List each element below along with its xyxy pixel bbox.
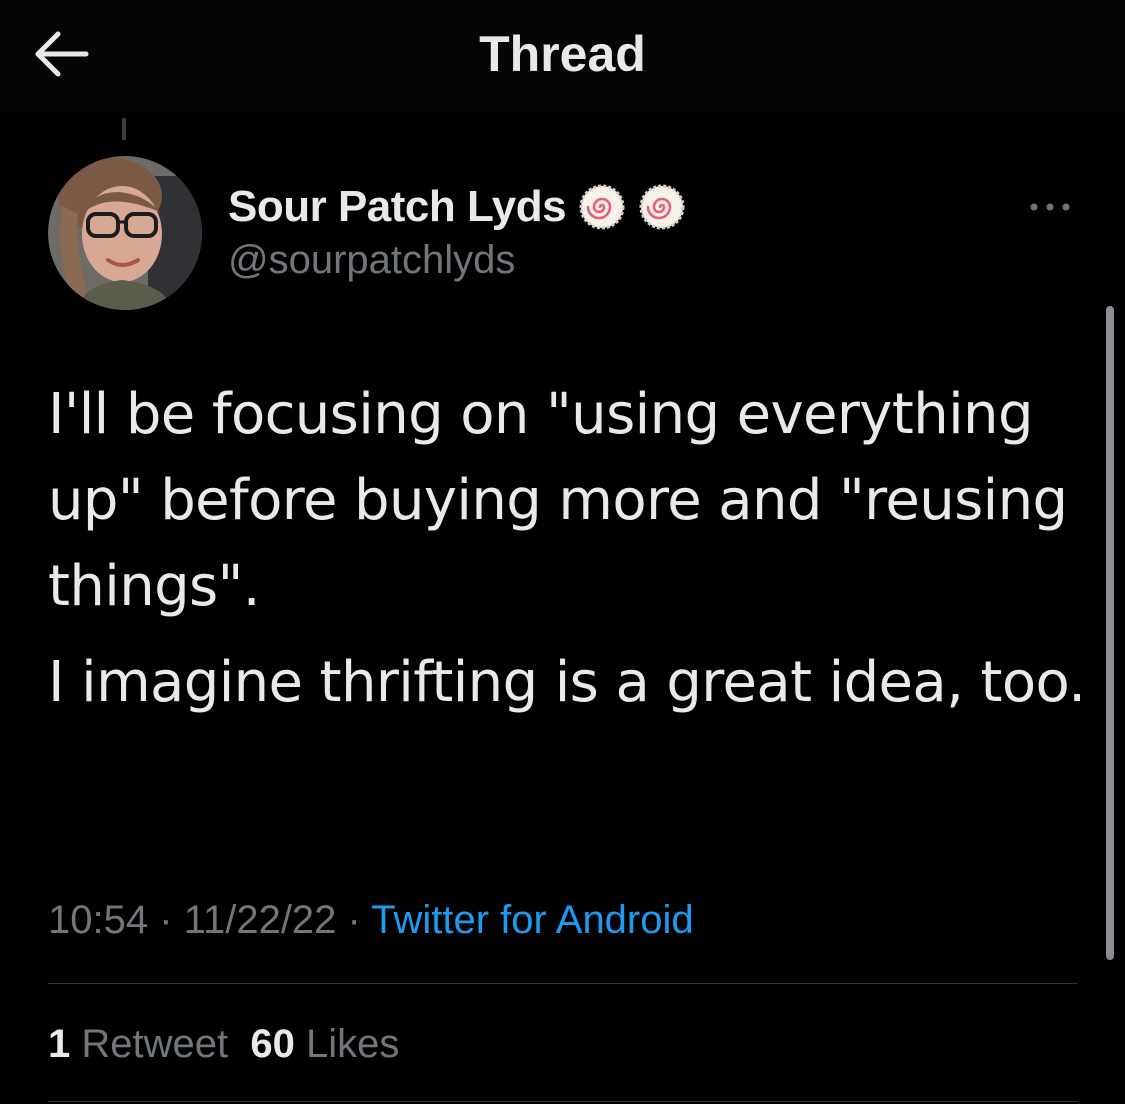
meta-separator: · [159,898,173,942]
author-row: Sour Patch Lyds [228,180,686,234]
tweet-meta: 10:54 · 11/22/22 · Twitter for Android [48,890,694,950]
retweet-count: 1 [48,1022,71,1066]
narutomaki-swirl-icon [639,184,685,230]
tweet-paragraph: I imagine thrifting is a great idea, too… [48,650,1086,715]
more-dots-icon [1030,203,1070,211]
profile-photo [48,156,202,310]
retweet-label: Retweet [81,1022,229,1066]
top-bar: Thread [0,0,1125,112]
display-name[interactable]: Sour Patch Lyds [228,182,567,232]
likes-stat[interactable]: 60 Likes [250,1022,399,1066]
scrollbar[interactable] [1106,306,1114,960]
divider [48,983,1078,984]
tweet-source-link[interactable]: Twitter for Android [371,898,693,942]
avatar[interactable] [48,156,202,310]
engagement-stats: 1 Retweet 60 Likes [48,1014,399,1074]
thread-connector-line [122,118,126,140]
more-options-button[interactable] [1026,192,1074,222]
user-handle[interactable]: @sourpatchlyds [228,238,515,283]
tweet-date[interactable]: 11/22/22 [184,898,337,942]
retweets-stat[interactable]: 1 Retweet [48,1022,228,1066]
page-title: Thread [479,26,646,82]
like-label: Likes [305,1022,400,1066]
like-count: 60 [250,1022,295,1066]
divider [48,1101,1078,1102]
tweet-text: I'll be focusing on "using everything up… [48,372,1088,726]
narutomaki-swirl-icon [579,184,625,230]
tweet-paragraph: I'll be focusing on "using everything up… [48,382,1068,619]
meta-separator: · [347,898,361,942]
tweet-time[interactable]: 10:54 [48,898,148,942]
